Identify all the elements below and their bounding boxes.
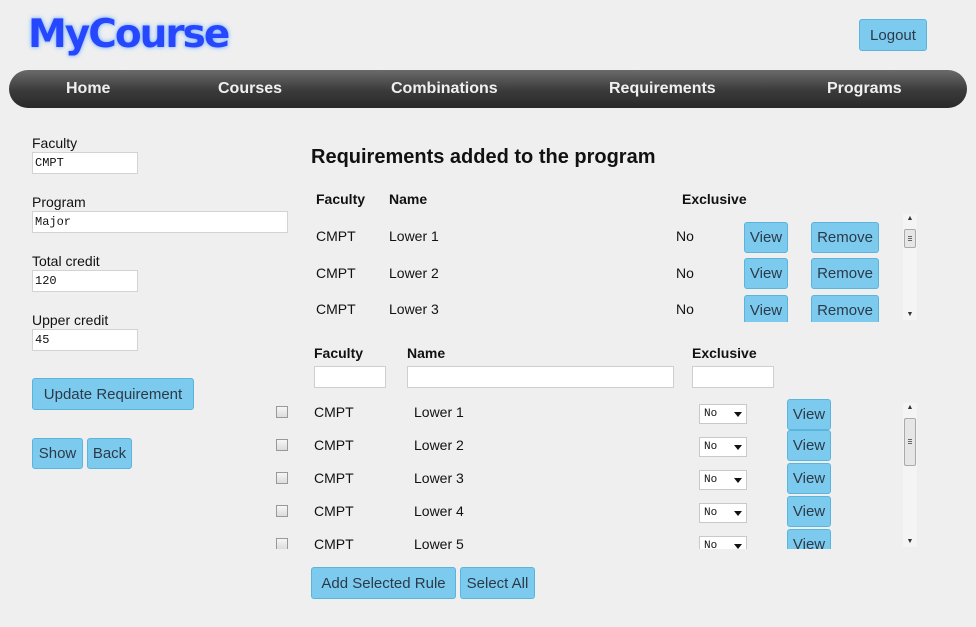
view-button[interactable]: View (787, 463, 831, 494)
scroll-up-arrow-icon[interactable]: ▲ (903, 214, 917, 224)
row-name: Lower 3 (389, 301, 439, 317)
row-exclusive: No (676, 265, 694, 281)
added-header-faculty: Faculty (316, 191, 366, 207)
added-requirements-list[interactable]: CMPT Lower 1 No View Remove CMPT Lower 2… (310, 214, 900, 322)
available-header-exclusive: Exclusive (692, 345, 757, 361)
row-faculty: CMPT (316, 228, 356, 244)
row-faculty: CMPT (314, 437, 354, 453)
filter-name-input[interactable] (407, 366, 674, 388)
scroll-down-arrow-icon[interactable]: ▼ (903, 310, 917, 320)
nav-programs[interactable]: Programs (827, 70, 902, 108)
row-faculty: CMPT (316, 301, 356, 317)
update-requirement-button[interactable]: Update Requirement (32, 378, 194, 410)
exclusive-select-value: No (704, 408, 718, 420)
row-faculty: CMPT (314, 536, 354, 549)
remove-button[interactable]: Remove (811, 222, 879, 253)
available-list-scrollbar[interactable]: ▲ ▼ (903, 403, 917, 547)
row-faculty: CMPT (316, 265, 356, 281)
exclusive-select-value: No (704, 474, 718, 486)
view-button[interactable]: View (787, 496, 831, 527)
added-header-exclusive: Exclusive (682, 191, 747, 207)
row-name: Lower 3 (414, 470, 464, 486)
row-exclusive: No (676, 301, 694, 317)
filter-exclusive-input[interactable] (692, 366, 774, 388)
show-button[interactable]: Show (32, 438, 83, 469)
remove-button[interactable]: Remove (811, 295, 879, 322)
nav-combinations[interactable]: Combinations (391, 70, 498, 108)
row-select-checkbox[interactable] (276, 538, 288, 549)
chevron-down-icon (734, 544, 742, 549)
chevron-down-icon (734, 478, 742, 483)
view-button[interactable]: View (787, 399, 831, 430)
exclusive-select[interactable]: No (699, 536, 747, 549)
exclusive-select-value: No (704, 540, 718, 549)
row-select-checkbox[interactable] (276, 406, 288, 418)
exclusive-select[interactable]: No (699, 437, 747, 457)
view-button[interactable]: View (744, 295, 788, 322)
program-field[interactable]: Major (32, 211, 288, 233)
chevron-down-icon (734, 445, 742, 450)
total-credit-field[interactable]: 120 (32, 270, 138, 292)
row-name: Lower 2 (389, 265, 439, 281)
add-selected-rule-button[interactable]: Add Selected Rule (311, 567, 456, 599)
program-label: Program (32, 194, 86, 210)
exclusive-select[interactable]: No (699, 470, 747, 490)
row-name: Lower 1 (389, 228, 439, 244)
available-header-faculty: Faculty (314, 345, 364, 361)
available-rules-list[interactable]: CMPT Lower 1 No View CMPT Lower 2 No Vie… (270, 399, 900, 549)
app-logo[interactable]: MyCourse (28, 12, 230, 57)
row-name: Lower 5 (414, 536, 464, 549)
chevron-down-icon (734, 412, 742, 417)
main-navbar: Home Courses Combinations Requirements P… (9, 70, 967, 108)
back-button[interactable]: Back (87, 438, 132, 469)
faculty-label: Faculty (32, 135, 78, 151)
row-name: Lower 4 (414, 503, 464, 519)
nav-requirements[interactable]: Requirements (609, 70, 716, 108)
added-header-name: Name (389, 191, 428, 207)
upper-credit-label: Upper credit (32, 312, 109, 328)
row-faculty: CMPT (314, 404, 354, 420)
available-header-name: Name (407, 345, 446, 361)
scroll-down-arrow-icon[interactable]: ▼ (903, 537, 917, 547)
row-exclusive: No (676, 228, 694, 244)
row-name: Lower 1 (414, 404, 464, 420)
view-button[interactable]: View (744, 222, 788, 253)
row-faculty: CMPT (314, 470, 354, 486)
added-list-scrollbar[interactable]: ▲ ▼ (903, 214, 917, 320)
total-credit-label: Total credit (32, 253, 100, 269)
exclusive-select[interactable]: No (699, 503, 747, 523)
added-requirements-title: Requirements added to the program (311, 146, 656, 168)
exclusive-select-value: No (704, 441, 718, 453)
scroll-up-arrow-icon[interactable]: ▲ (903, 403, 917, 413)
view-button[interactable]: View (787, 529, 831, 549)
upper-credit-field[interactable]: 45 (32, 329, 138, 351)
nav-courses[interactable]: Courses (218, 70, 282, 108)
row-select-checkbox[interactable] (276, 439, 288, 451)
chevron-down-icon (734, 511, 742, 516)
nav-home[interactable]: Home (66, 70, 110, 108)
exclusive-select-value: No (704, 507, 718, 519)
logout-button[interactable]: Logout (859, 19, 927, 51)
scrollbar-thumb[interactable] (904, 418, 916, 466)
row-select-checkbox[interactable] (276, 505, 288, 517)
row-select-checkbox[interactable] (276, 472, 288, 484)
row-faculty: CMPT (314, 503, 354, 519)
row-name: Lower 2 (414, 437, 464, 453)
exclusive-select[interactable]: No (699, 404, 747, 424)
filter-faculty-input[interactable] (314, 366, 386, 388)
remove-button[interactable]: Remove (811, 258, 879, 289)
scrollbar-thumb[interactable] (904, 229, 916, 248)
view-button[interactable]: View (787, 430, 831, 461)
view-button[interactable]: View (744, 258, 788, 289)
faculty-field[interactable]: CMPT (32, 152, 138, 174)
select-all-button[interactable]: Select All (460, 567, 535, 599)
